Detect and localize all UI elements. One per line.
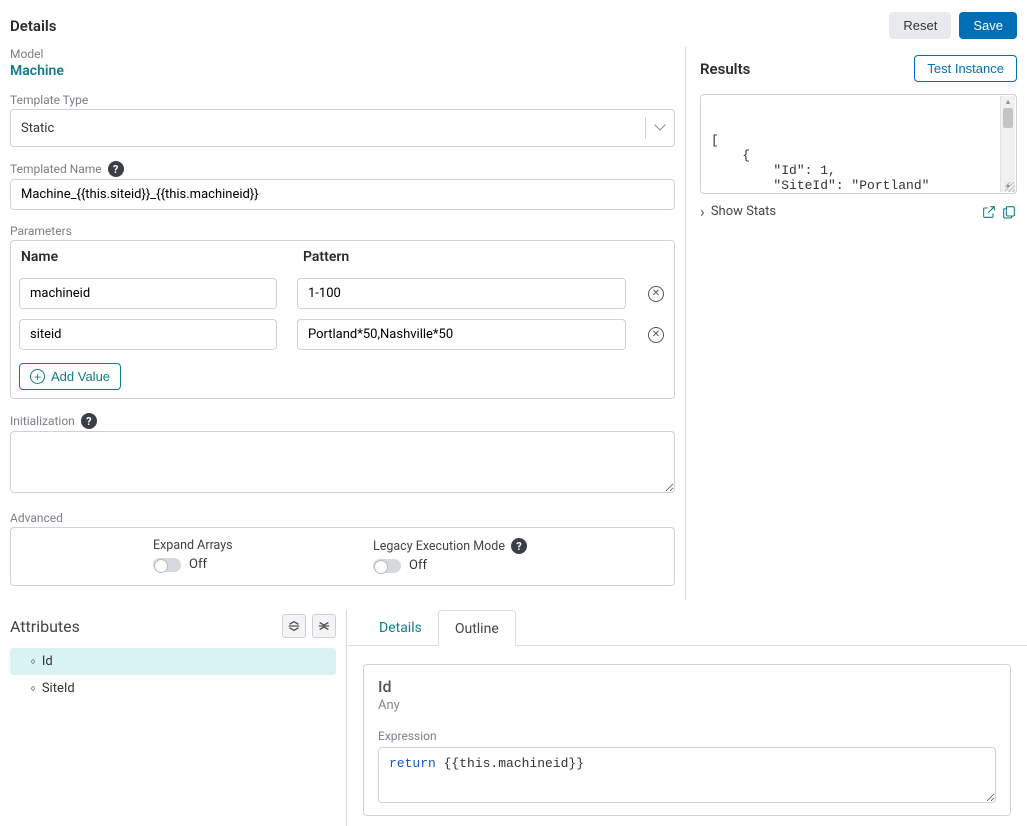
show-stats-toggle[interactable]: Show Stats xyxy=(700,202,776,221)
chevron-down-icon xyxy=(656,121,664,136)
expand-all-button[interactable] xyxy=(312,614,336,638)
model-value-link[interactable]: Machine xyxy=(10,63,675,79)
initialization-textarea[interactable] xyxy=(10,431,675,493)
template-type-value: Static xyxy=(21,121,54,136)
expand-arrays-toggle[interactable] xyxy=(153,558,181,572)
expression-textarea[interactable]: return {{this.machineid}} xyxy=(378,747,996,803)
outline-id-label: Id xyxy=(378,677,996,696)
page-title: Details xyxy=(10,17,56,35)
template-type-label: Template Type xyxy=(10,93,675,107)
results-title: Results xyxy=(700,60,750,78)
remove-param-icon[interactable]: ✕ xyxy=(648,327,664,343)
legacy-mode-label: Legacy Execution Mode xyxy=(373,539,505,554)
scroll-thumb[interactable] xyxy=(1003,108,1013,128)
attribute-item-siteid[interactable]: SiteId xyxy=(10,675,336,702)
param-pattern-input[interactable] xyxy=(297,278,626,309)
param-col-name: Name xyxy=(21,249,303,265)
remove-param-icon[interactable]: ✕ xyxy=(648,286,664,302)
templated-name-label: Templated Name xyxy=(10,162,102,176)
help-icon[interactable]: ? xyxy=(108,161,124,177)
expand-arrays-state: Off xyxy=(189,557,207,572)
chevron-right-icon xyxy=(700,202,705,221)
parameters-label: Parameters xyxy=(10,224,675,238)
param-col-pattern: Pattern xyxy=(303,249,664,265)
help-icon[interactable]: ? xyxy=(511,538,527,554)
templated-name-input[interactable] xyxy=(10,179,675,210)
param-pattern-input[interactable] xyxy=(297,319,626,350)
expression-label: Expression xyxy=(378,729,996,743)
results-output[interactable]: [ { "Id": 1, "SiteId": "Portland" }, ▴ ▾ xyxy=(700,94,1017,194)
param-name-input[interactable] xyxy=(19,319,277,350)
advanced-label: Advanced xyxy=(10,511,675,525)
reset-button[interactable]: Reset xyxy=(889,12,951,39)
test-instance-button[interactable]: Test Instance xyxy=(914,55,1017,82)
legacy-mode-state: Off xyxy=(409,558,427,573)
code-icon xyxy=(30,654,34,669)
help-icon[interactable]: ? xyxy=(81,413,97,429)
legacy-mode-toggle[interactable] xyxy=(373,559,401,573)
add-value-button[interactable]: + Add Value xyxy=(19,363,121,390)
model-label: Model xyxy=(10,47,675,61)
param-row: ✕ xyxy=(11,273,674,314)
copy-icon[interactable] xyxy=(1001,204,1017,220)
open-external-icon[interactable] xyxy=(981,204,997,220)
tab-outline[interactable]: Outline xyxy=(438,610,516,646)
param-row: ✕ xyxy=(11,314,674,355)
save-button[interactable]: Save xyxy=(959,12,1017,39)
scroll-up-icon[interactable]: ▴ xyxy=(1001,96,1015,107)
collapse-all-button[interactable] xyxy=(282,614,306,638)
attributes-title: Attributes xyxy=(10,617,80,636)
code-icon xyxy=(30,681,34,696)
expand-arrays-label: Expand Arrays xyxy=(153,538,373,553)
plus-icon: + xyxy=(30,369,45,384)
scrollbar[interactable]: ▴ ▾ xyxy=(1000,96,1015,192)
initialization-label: Initialization xyxy=(10,414,75,428)
tab-details[interactable]: Details xyxy=(363,610,438,645)
attribute-item-id[interactable]: Id xyxy=(10,648,336,675)
param-name-input[interactable] xyxy=(19,278,277,309)
template-type-select[interactable]: Static xyxy=(10,109,675,147)
outline-type-label: Any xyxy=(378,698,996,713)
resize-handle[interactable] xyxy=(1005,182,1015,192)
